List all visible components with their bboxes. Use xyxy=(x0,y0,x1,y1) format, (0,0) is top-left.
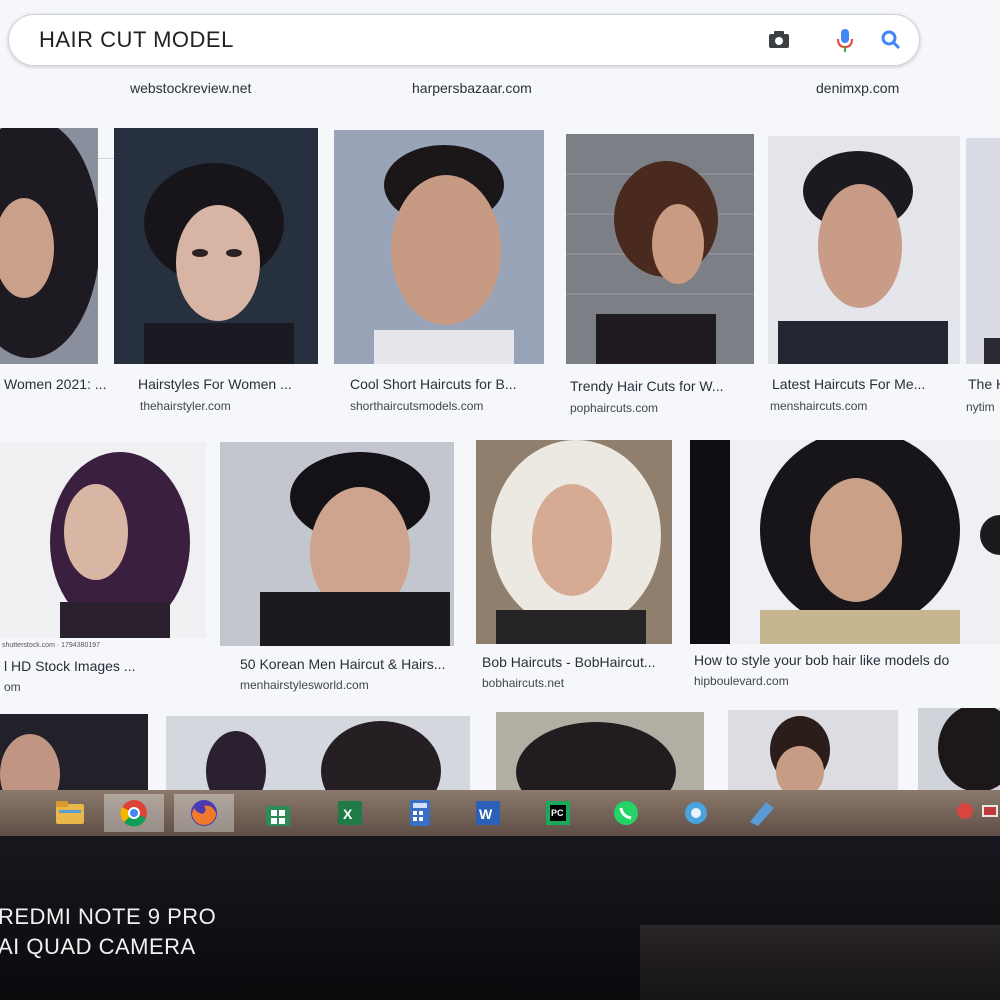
result-thumbnail[interactable] xyxy=(0,442,206,638)
file-explorer-button[interactable] xyxy=(40,794,100,832)
result-thumbnail[interactable] xyxy=(566,134,754,364)
result-thumbnail[interactable] xyxy=(114,128,318,364)
image-result-card[interactable]: How to style your bob hair like models d… xyxy=(690,440,1000,702)
result-source: menhairstylesworld.com xyxy=(240,678,369,692)
taskbar: X W PC xyxy=(0,790,1000,836)
search-icon[interactable] xyxy=(877,26,905,54)
result-thumbnail[interactable] xyxy=(166,716,470,794)
tray-antivirus-icon[interactable] xyxy=(955,800,975,822)
settings-button[interactable] xyxy=(666,794,726,832)
result-source: thehairstyler.com xyxy=(140,399,231,413)
result-source[interactable]: webstockreview.net xyxy=(130,80,251,96)
result-title: Women 2021: ... xyxy=(4,376,107,392)
microphone-icon[interactable] xyxy=(831,26,859,54)
image-result-card[interactable] xyxy=(166,716,472,794)
chrome-button[interactable] xyxy=(104,794,164,832)
result-title: How to style your bob hair like models d… xyxy=(694,652,950,668)
camera-watermark-line1: REDMI NOTE 9 PRO xyxy=(0,904,217,929)
result-thumbnail[interactable] xyxy=(966,138,1000,364)
result-thumbnail[interactable] xyxy=(476,440,672,644)
photo-frame: webstockreview.net harpersbazaar.com den… xyxy=(0,0,1000,1000)
result-source: shorthaircutsmodels.com xyxy=(350,399,484,413)
svg-text:W: W xyxy=(479,806,493,822)
firefox-button[interactable] xyxy=(174,794,234,832)
camera-watermark-line2: AI QUAD CAMERA xyxy=(0,934,196,959)
monitor-screen: webstockreview.net harpersbazaar.com den… xyxy=(0,0,1000,836)
result-thumbnail[interactable] xyxy=(690,440,1000,644)
result-title: 50 Korean Men Haircut & Hairs... xyxy=(240,656,446,672)
previous-row-sources: webstockreview.net harpersbazaar.com den… xyxy=(0,66,1000,159)
result-source: nytim xyxy=(966,400,995,414)
result-thumbnail[interactable] xyxy=(768,136,960,364)
image-result-card[interactable]: Cool Short Haircuts for B... shorthaircu… xyxy=(334,130,548,430)
result-source[interactable]: denimxp.com xyxy=(816,80,899,96)
result-source[interactable]: harpersbazaar.com xyxy=(412,80,532,96)
image-result-card[interactable]: 50 Korean Men Haircut & Hairs... menhair… xyxy=(220,442,456,702)
image-result-card[interactable]: Latest Haircuts For Me... menshaircuts.c… xyxy=(768,136,964,432)
result-title: l HD Stock Images ... xyxy=(4,658,136,674)
result-source: om xyxy=(4,680,21,694)
result-thumbnail[interactable] xyxy=(496,712,704,794)
result-watermark: shutterstock.com · 1794380197 xyxy=(2,642,101,649)
result-source: menshaircuts.com xyxy=(770,399,868,413)
monitor-stand xyxy=(640,925,1000,1000)
image-result-card[interactable] xyxy=(0,714,150,794)
result-thumbnail[interactable] xyxy=(334,130,544,364)
image-result-card[interactable]: The H nytim xyxy=(966,138,1000,434)
image-result-card[interactable]: Women 2021: ... xyxy=(0,128,106,428)
image-result-card[interactable] xyxy=(728,710,900,794)
result-thumbnail[interactable] xyxy=(0,714,148,794)
result-thumbnail[interactable] xyxy=(0,128,98,364)
svg-text:PC: PC xyxy=(551,808,564,818)
result-thumbnail[interactable] xyxy=(918,708,1000,794)
whatsapp-button[interactable] xyxy=(596,794,656,832)
result-title: Bob Haircuts - BobHaircut... xyxy=(482,654,656,670)
app-button[interactable] xyxy=(732,794,792,832)
image-result-card[interactable]: shutterstock.com · 1794380197 l HD Stock… xyxy=(0,442,210,702)
result-title: Hairstyles For Women ... xyxy=(138,376,292,392)
result-thumbnail[interactable] xyxy=(220,442,454,646)
result-title: Latest Haircuts For Me... xyxy=(772,376,926,392)
search-input[interactable] xyxy=(37,23,681,57)
calculator-button[interactable] xyxy=(390,794,450,832)
store-button[interactable] xyxy=(248,794,308,832)
result-thumbnail[interactable] xyxy=(728,710,898,794)
tray-network-icon[interactable] xyxy=(980,800,1000,822)
result-source: hipboulevard.com xyxy=(694,674,789,688)
svg-text:X: X xyxy=(343,806,353,822)
pycharm-button[interactable]: PC xyxy=(528,794,588,832)
result-source: bobhaircuts.net xyxy=(482,676,565,690)
excel-button[interactable]: X xyxy=(320,794,380,832)
camera-icon[interactable] xyxy=(765,26,793,54)
image-result-card[interactable] xyxy=(918,708,1000,794)
result-title: The H xyxy=(968,376,1000,392)
result-title: Cool Short Haircuts for B... xyxy=(350,376,517,392)
image-result-card[interactable]: Trendy Hair Cuts for W... pophaircuts.co… xyxy=(566,134,758,430)
image-result-card[interactable] xyxy=(496,712,706,794)
result-title: Trendy Hair Cuts for W... xyxy=(570,378,724,394)
result-source: pophaircuts.com xyxy=(570,401,659,415)
image-result-card[interactable]: Bob Haircuts - BobHaircut... bobhaircuts… xyxy=(476,440,674,702)
word-button[interactable]: W xyxy=(458,794,518,832)
search-bar xyxy=(8,14,920,66)
image-result-card[interactable]: Hairstyles For Women ... thehairstyler.c… xyxy=(114,128,320,428)
